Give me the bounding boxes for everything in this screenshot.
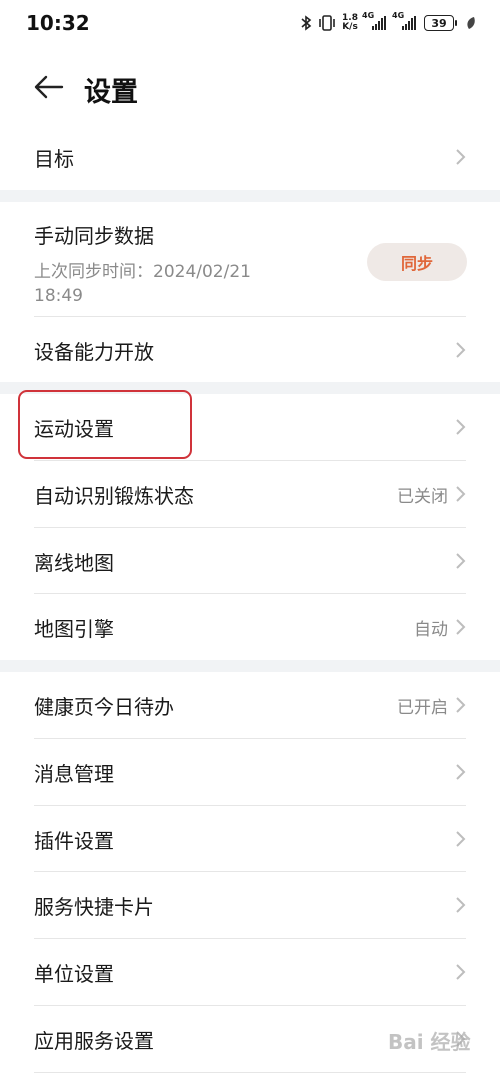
chevron-right-icon [456,149,466,165]
row-value: 已开启 [397,697,448,718]
chevron-right-icon [456,619,466,635]
signal-icon: 4G [362,11,388,30]
row-label: 消息管理 [34,761,114,786]
status-time: 10:32 [26,11,90,35]
page-title: 设置 [84,77,138,108]
status-icons: 1.8 K/s 4G 4G 39 [300,11,476,34]
sync-button[interactable]: 同步 [367,243,467,281]
row-message-management[interactable]: 消息管理 [34,739,466,805]
network-type: 4G [392,11,405,20]
settings-group-goal: 目标 [0,124,500,190]
row-label: 自动识别锻炼状态 [34,483,194,508]
row-label: 设备能力开放 [34,339,154,364]
last-sync-time: 上次同步时间：2024/02/21 18:49 [34,262,251,306]
sync-title: 手动同步数据 [34,224,154,248]
row-auto-detect-workout[interactable]: 自动识别锻炼状态 已关闭 [34,461,466,527]
speed-unit: K/s [342,22,358,32]
divider [34,1072,466,1073]
row-unit-settings[interactable]: 单位设置 [34,939,466,1005]
row-value: 自动 [414,619,448,640]
chevron-right-icon [456,553,466,569]
chevron-right-icon [456,964,466,980]
vibrate-icon [318,15,336,31]
row-map-engine[interactable]: 地图引擎 自动 [34,594,466,660]
row-label: 单位设置 [34,961,114,986]
battery-level: 39 [431,16,447,30]
network-speed: 1.8 K/s [342,14,358,32]
row-value: 已关闭 [397,486,448,507]
row-offline-map[interactable]: 离线地图 [34,528,466,594]
signal-icon: 4G [392,11,418,30]
row-label: 地图引擎 [34,616,114,641]
chevron-right-icon [456,831,466,847]
row-device-capability[interactable]: 设备能力开放 [34,317,466,383]
bluetooth-icon [300,15,312,31]
row-label: 服务快捷卡片 [34,894,154,919]
row-label: 离线地图 [34,550,114,575]
row-label: 应用服务设置 [34,1028,154,1053]
chevron-right-icon [456,764,466,780]
leaf-icon [466,16,476,30]
row-label: 健康页今日待办 [34,694,174,719]
row-plugin-settings[interactable]: 插件设置 [34,806,466,872]
status-bar: 10:32 1.8 K/s 4G 4G 39 [0,0,500,50]
row-today-todo[interactable]: 健康页今日待办 已开启 [34,672,466,738]
chevron-right-icon [456,897,466,913]
chevron-right-icon [456,697,466,713]
row-service-cards[interactable]: 服务快捷卡片 [34,872,466,938]
settings-group-sync: 手动同步数据 上次同步时间：2024/02/21 18:49 同步 设备能力开放 [0,202,500,382]
settings-group-general: 健康页今日待办 已开启 消息管理 插件设置 服务快捷卡片 单位设置 应用服务设置 [0,672,500,1084]
chevron-right-icon [456,486,466,502]
row-label: 目标 [34,146,74,171]
battery-icon: 39 [424,15,457,31]
highlight-box [18,390,192,459]
watermark: Bai 经验 [388,1030,471,1054]
chevron-right-icon [456,419,466,435]
title-bar: 设置 [0,50,500,124]
chevron-right-icon [456,342,466,358]
row-goal[interactable]: 目标 [34,124,466,190]
back-arrow-icon[interactable] [32,70,66,104]
network-type: 4G [362,11,375,20]
row-label: 插件设置 [34,828,114,853]
